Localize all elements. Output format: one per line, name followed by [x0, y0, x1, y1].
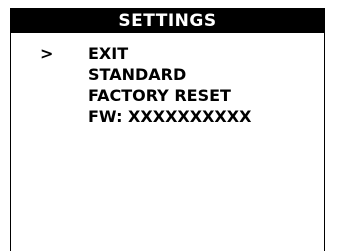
menu-item-label: FACTORY RESET — [88, 86, 231, 105]
settings-menu: > EXIT STANDARD FACTORY RESET FW: XXXXXX… — [11, 43, 324, 127]
selection-cursor-icon: > — [40, 44, 54, 63]
menu-item-label: EXIT — [88, 44, 129, 63]
device-screen: SETTINGS > EXIT STANDARD FACTORY RESET F… — [0, 0, 339, 251]
menu-item-exit[interactable]: > EXIT — [11, 43, 324, 64]
menu-item-firmware: FW: XXXXXXXXXX — [11, 106, 324, 127]
menu-item-label: STANDARD — [88, 65, 187, 84]
page-title: SETTINGS — [11, 9, 324, 33]
screen-frame: SETTINGS > EXIT STANDARD FACTORY RESET F… — [10, 8, 325, 251]
menu-item-standard[interactable]: STANDARD — [11, 64, 324, 85]
menu-item-factory-reset[interactable]: FACTORY RESET — [11, 85, 324, 106]
firmware-version-label: FW: XXXXXXXXXX — [88, 107, 252, 126]
